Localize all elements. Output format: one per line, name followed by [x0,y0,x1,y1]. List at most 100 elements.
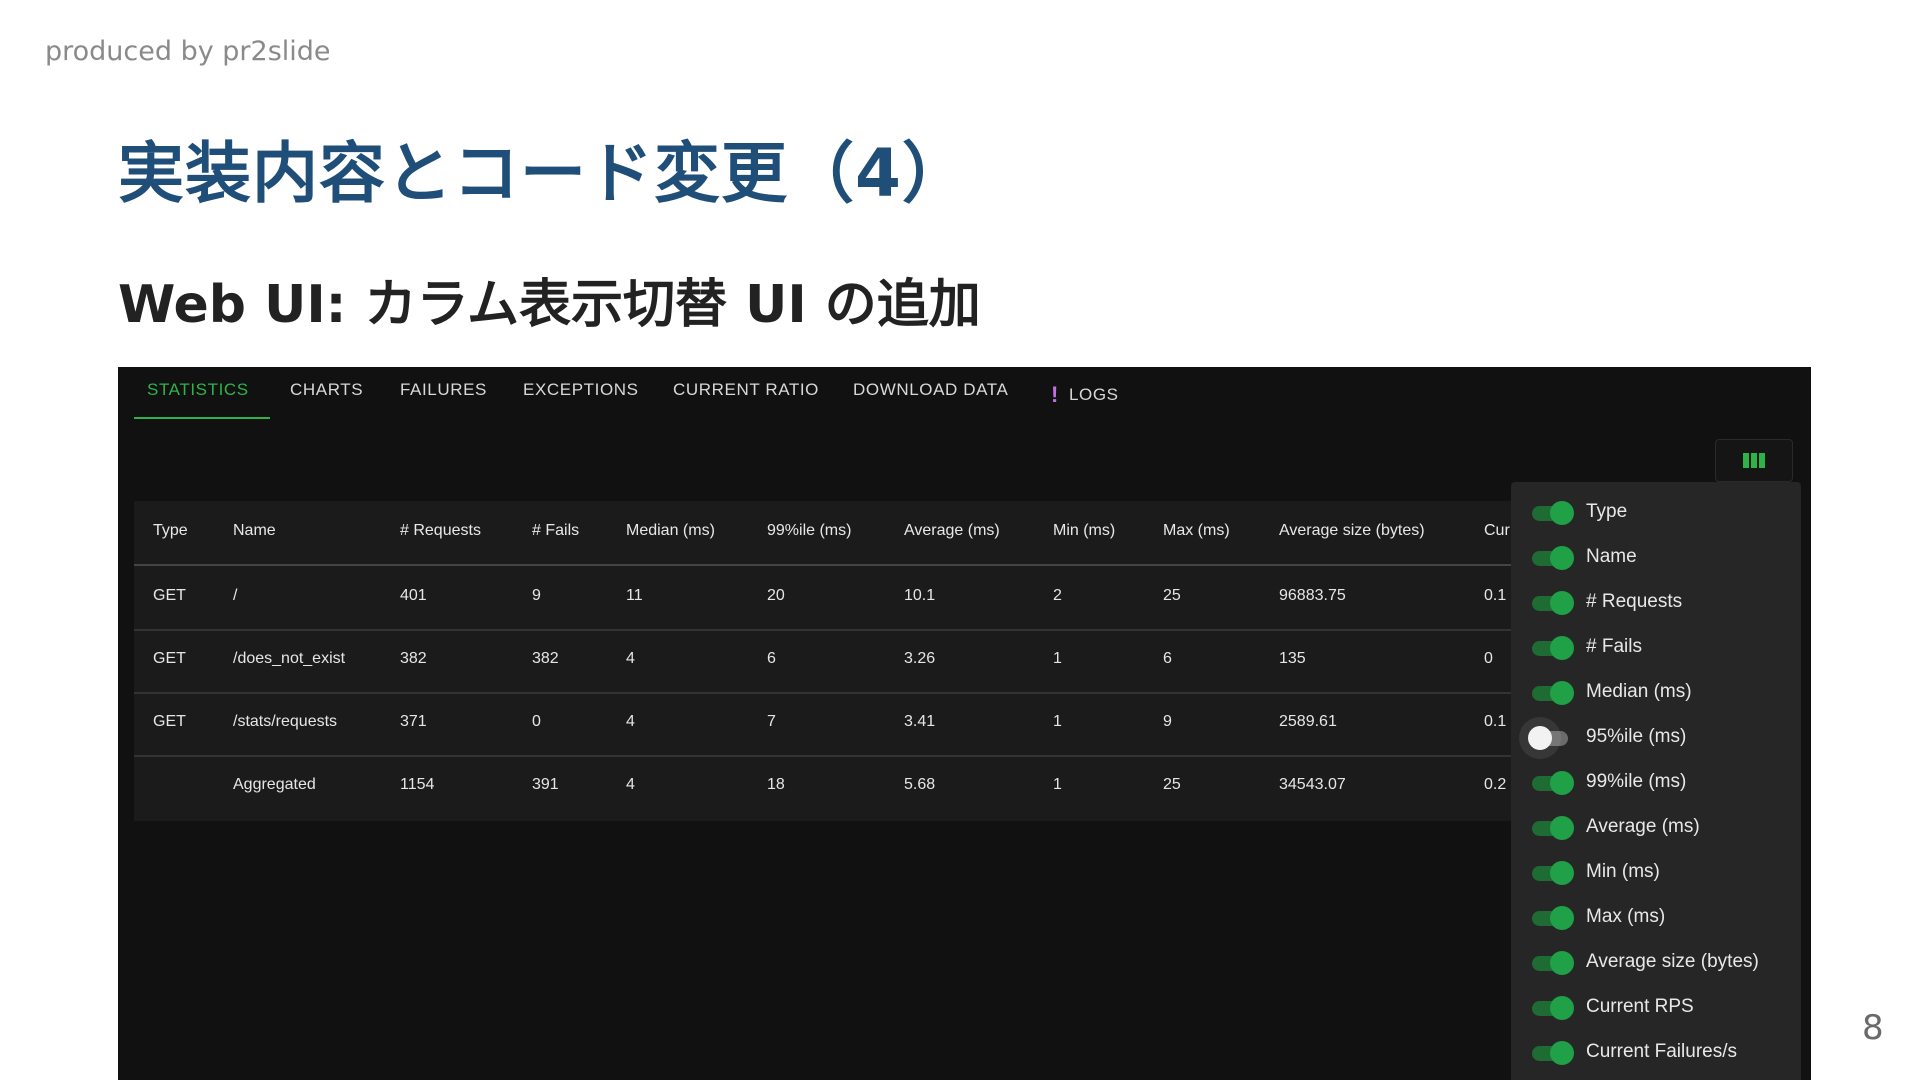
menu-item-label: Type [1586,501,1628,522]
menu-item-label: Median (ms) [1586,681,1692,702]
table-cell: 401 [400,587,427,604]
toggle-switch[interactable] [1532,501,1574,525]
menu-item-median[interactable]: Median (ms) [1511,674,1801,714]
toggle-switch[interactable] [1532,861,1574,885]
table-cell: 4 [626,713,635,730]
menu-item-label: Average (ms) [1586,816,1700,837]
table-cell: 4 [626,650,635,667]
menu-item-99ile[interactable]: 99%ile (ms) [1511,764,1801,804]
header-cell[interactable]: Min (ms) [1053,522,1115,540]
menu-item-label: Max (ms) [1586,906,1666,927]
table-cell: Aggregated [233,776,316,793]
menu-item-label: Name [1586,546,1637,567]
slide-title: 実装内容とコード変更（4） [118,135,969,212]
tab-charts[interactable]: CHARTS [290,380,363,400]
toggle-switch[interactable] [1532,681,1574,705]
menu-item-current-rps[interactable]: Current RPS [1511,989,1801,1029]
table-cell: 0.1 [1484,713,1507,730]
menu-item-type[interactable]: Type [1511,494,1801,534]
menu-item-95ile[interactable]: 95%ile (ms) [1511,719,1801,759]
table-cell: 0 [532,713,541,730]
table-cell: 25 [1163,587,1181,604]
table-cell: 0.1 [1484,587,1507,604]
menu-item-label: Average size (bytes) [1586,951,1759,972]
table-cell: 371 [400,713,427,730]
menu-item-label: 99%ile (ms) [1586,771,1687,792]
table-cell: 2 [1053,587,1062,604]
tab-logs-label: LOGS [1068,385,1119,404]
locust-web-ui-screenshot: STATISTICS CHARTS FAILURES EXCEPTIONS CU… [118,367,1811,1080]
tab-failures[interactable]: FAILURES [400,380,487,400]
menu-item-label: Current Failures/s [1586,1041,1737,1062]
toggle-switch[interactable] [1532,1041,1574,1065]
menu-item-requests[interactable]: # Requests [1511,584,1801,624]
header-cell[interactable]: Cur [1484,522,1510,540]
table-row: GET /stats/requests 371 0 4 7 3.41 1 9 2… [134,692,1634,757]
tab-statistics[interactable]: STATISTICS [147,380,249,400]
toggle-switch[interactable] [1532,816,1574,840]
menu-item-average-size[interactable]: Average size (bytes) [1511,944,1801,984]
tab-current-ratio[interactable]: CURRENT RATIO [673,380,819,400]
toggle-switch[interactable] [1532,636,1574,660]
header-cell[interactable]: Max (ms) [1163,522,1230,540]
table-cell: GET [153,587,186,604]
table-cell: 7 [767,713,776,730]
table-cell: 6 [1163,650,1172,667]
header-cell[interactable]: Average size (bytes) [1279,522,1425,540]
header-cell[interactable]: # Fails [532,522,579,540]
producer-note: produced by pr2slide [45,36,331,67]
menu-item-label: Min (ms) [1586,861,1660,882]
toggle-switch[interactable] [1532,546,1574,570]
column-select-button[interactable] [1715,439,1793,482]
table-cell: 3.41 [904,713,936,730]
tab-exceptions[interactable]: EXCEPTIONS [523,380,639,400]
menu-item-min[interactable]: Min (ms) [1511,854,1801,894]
tab-logs[interactable]: ! LOGS [1051,380,1119,407]
tab-download-data[interactable]: DOWNLOAD DATA [853,380,1008,400]
menu-item-max[interactable]: Max (ms) [1511,899,1801,939]
table-row: GET / 401 9 11 20 10.1 2 25 96883.75 0.1 [134,566,1634,631]
header-cell[interactable]: Type [153,522,188,540]
header-cell[interactable]: # Requests [400,522,481,540]
table-cell: 1 [1053,776,1062,793]
table-cell: 6 [767,650,776,667]
toggle-switch[interactable] [1532,996,1574,1020]
table-cell: 9 [1163,713,1172,730]
table-cell: / [233,587,238,604]
table-cell: 135 [1279,650,1306,667]
table-cell: 0 [1484,650,1493,667]
slide-subtitle: Web UI: カラム表示切替 UI の追加 [118,275,981,335]
toggle-switch[interactable] [1532,771,1574,795]
tab-bar: STATISTICS CHARTS FAILURES EXCEPTIONS CU… [118,367,1811,419]
menu-item-label: # Requests [1586,591,1683,612]
table-cell: 9 [532,587,541,604]
toggle-switch[interactable] [1532,951,1574,975]
table-cell: 34543.07 [1279,776,1346,793]
table-cell: 1154 [400,776,435,793]
table-cell: 4 [626,776,635,793]
table-cell: 10.1 [904,587,936,604]
toggle-switch-off[interactable] [1528,726,1568,750]
table-header-row: Type Name # Requests # Fails Median (ms)… [134,501,1634,566]
active-tab-indicator [134,417,270,419]
table-cell: 1 [1053,713,1062,730]
toggle-switch[interactable] [1532,906,1574,930]
header-cell[interactable]: Name [233,522,276,540]
columns-icon [1743,453,1765,468]
page-number: 8 [1862,1008,1884,1048]
header-cell[interactable]: 99%ile (ms) [767,522,851,540]
table-cell: 0.2 [1484,776,1507,793]
table-cell: 20 [767,587,785,604]
table-cell: GET [153,650,186,667]
column-visibility-menu: Type Name # Requests # Fails Median (ms)… [1511,482,1801,1080]
header-cell[interactable]: Median (ms) [626,522,715,540]
table-cell: 382 [400,650,427,667]
header-cell[interactable]: Average (ms) [904,522,1000,540]
table-cell: 391 [532,776,559,793]
toggle-switch[interactable] [1532,591,1574,615]
menu-item-average[interactable]: Average (ms) [1511,809,1801,849]
menu-item-name[interactable]: Name [1511,539,1801,579]
table-cell: /stats/requests [233,713,338,730]
menu-item-fails[interactable]: # Fails [1511,629,1801,669]
menu-item-current-failures[interactable]: Current Failures/s [1511,1034,1801,1074]
